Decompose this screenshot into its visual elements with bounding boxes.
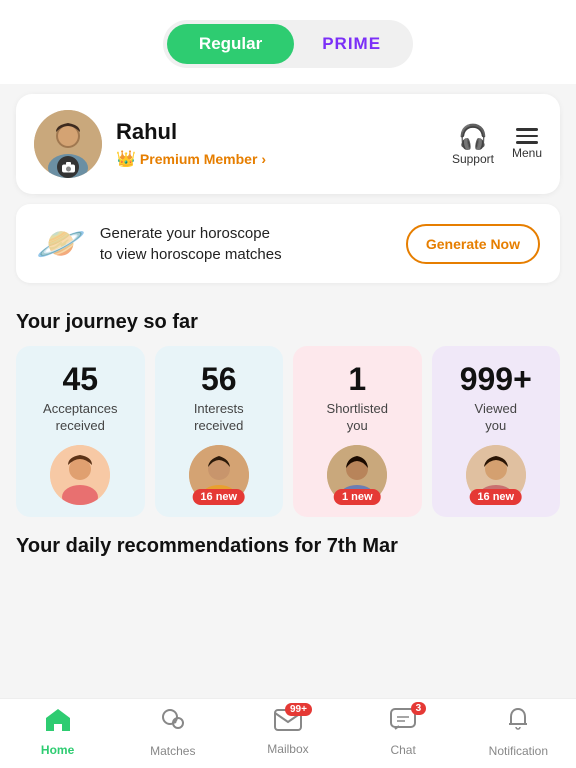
nav-chat[interactable]: 3 Chat [373,708,433,757]
viewed-number: 999+ [460,362,532,397]
notification-label: Notification [489,744,548,758]
horoscope-icon: 🪐 [36,220,86,267]
avatar[interactable] [34,110,102,178]
horoscope-text: Generate your horoscope to view horoscop… [100,223,282,265]
shortlisted-new-badge: 1 new [334,489,381,505]
viewed-avatar-wrap: 16 new [466,435,526,505]
horoscope-info: 🪐 Generate your horoscope to view horosc… [36,220,282,267]
support-label: Support [452,152,494,166]
viewed-new-badge: 16 new [469,489,522,505]
interests-label: Interestsreceived [194,401,244,435]
nav-notification[interactable]: Notification [488,707,548,758]
recommendations-title: Your daily recommendations for 7th Mar [0,517,576,566]
viewed-label: Viewedyou [475,401,517,435]
plan-toggle-inner: Regular PRIME [163,20,413,68]
stats-row: 45 Acceptancesreceived 56 Interestsrecei… [0,346,576,517]
acceptances-avatar [50,445,110,505]
premium-badge[interactable]: 👑 Premium Member › [116,149,266,169]
chat-icon: 3 [390,708,416,739]
chat-badge: 3 [411,702,427,715]
camera-icon[interactable] [57,156,79,178]
profile-actions: 🎧 Support Menu [452,123,542,166]
acceptances-label: Acceptancesreceived [43,401,117,435]
prime-plan-button[interactable]: PRIME [294,24,409,64]
stat-card-interests[interactable]: 56 Interestsreceived 16 new [155,346,284,517]
chat-label: Chat [390,743,415,757]
stat-card-acceptances[interactable]: 45 Acceptancesreceived [16,346,145,517]
regular-plan-button[interactable]: Regular [167,24,294,64]
shortlisted-label: Shortlistedyou [327,401,388,435]
mailbox-icon: 99+ [274,709,302,738]
home-label: Home [41,743,74,757]
shortlisted-number: 1 [348,362,366,397]
stat-card-viewed[interactable]: 999+ Viewedyou 16 new [432,346,561,517]
profile-card: Rahul 👑 Premium Member › 🎧 Support Menu [16,94,560,194]
chevron-right-icon: › [261,151,266,167]
notification-icon [506,707,530,740]
generate-horoscope-button[interactable]: Generate Now [406,224,540,264]
menu-label: Menu [512,146,542,160]
mailbox-label: Mailbox [267,742,308,756]
plan-toggle-section: Regular PRIME [0,0,576,84]
mailbox-badge: 99+ [285,703,312,716]
profile-name: Rahul [116,119,452,145]
bottom-nav: Home Matches 99+ Mailbox [0,698,576,768]
shortlisted-avatar-wrap: 1 new [327,435,387,505]
interests-new-badge: 16 new [192,489,245,505]
matches-label: Matches [150,744,195,758]
home-icon [45,708,71,739]
interests-avatar-wrap: 16 new [189,435,249,505]
support-button[interactable]: 🎧 Support [452,123,494,166]
journey-title: Your journey so far [0,293,576,346]
nav-mailbox[interactable]: 99+ Mailbox [258,709,318,756]
hamburger-icon [516,128,538,144]
crown-icon: 👑 [116,149,136,169]
stat-card-shortlisted[interactable]: 1 Shortlistedyou 1 new [293,346,422,517]
acceptances-number: 45 [62,362,98,397]
profile-info: Rahul 👑 Premium Member › [102,119,452,169]
nav-home[interactable]: Home [28,708,88,757]
matches-icon [160,707,186,740]
menu-button[interactable]: Menu [512,128,542,160]
interests-number: 56 [201,362,237,397]
nav-matches[interactable]: Matches [143,707,203,758]
horoscope-banner: 🪐 Generate your horoscope to view horosc… [16,204,560,283]
premium-label: Premium Member [140,151,257,167]
